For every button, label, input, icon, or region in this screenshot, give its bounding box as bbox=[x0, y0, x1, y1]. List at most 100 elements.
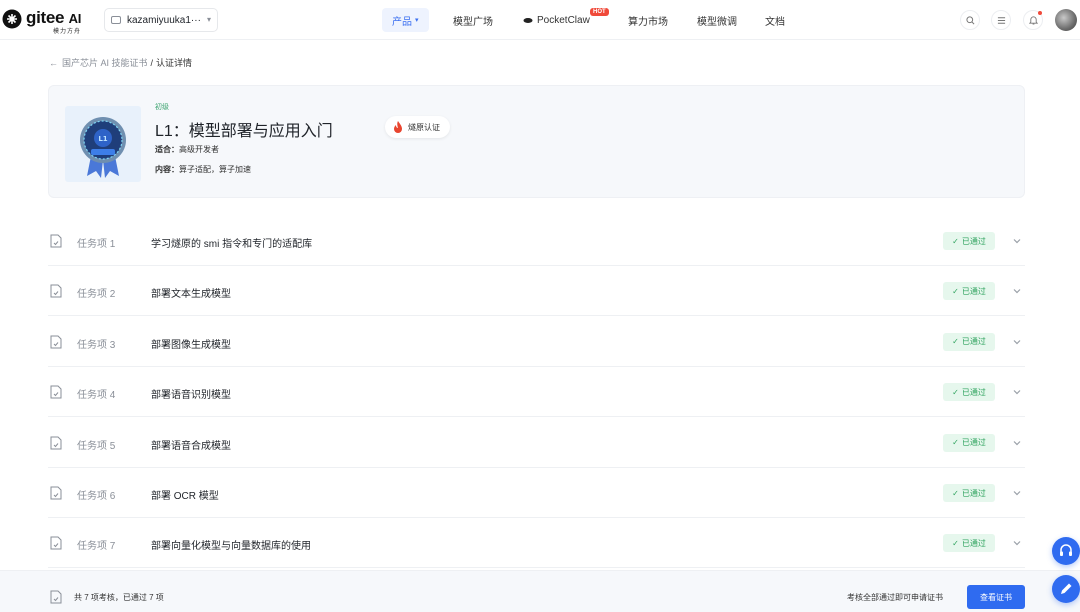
document-check-icon bbox=[50, 284, 62, 298]
chevron-down-icon[interactable] bbox=[1012, 286, 1022, 296]
breadcrumb-parent-link[interactable]: 国产芯片 AI 技能证书 bbox=[62, 56, 148, 69]
task-name: 部署 OCR 模型 bbox=[151, 491, 219, 502]
account-name: kazamiyuuka1··· bbox=[127, 14, 201, 26]
task-name: 部署图像生成模型 bbox=[151, 339, 231, 351]
brand-subtitle: 模力方舟 bbox=[53, 29, 82, 35]
status-label: 已通过 bbox=[961, 538, 986, 548]
certificate-medal-icon: L1 bbox=[80, 117, 126, 178]
task-name: 部署向量化模型与向量数据库的使用 bbox=[151, 541, 311, 553]
task-row[interactable]: 任务项 2 部署文本生成模型 ✓ 已通过 bbox=[48, 266, 1025, 317]
document-check-icon bbox=[50, 436, 62, 450]
status-badge: ✓ 已通过 bbox=[943, 534, 995, 553]
status-badge: ✓ 已通过 bbox=[943, 484, 995, 502]
document-check-icon bbox=[50, 234, 62, 248]
chevron-down-icon[interactable] bbox=[1012, 438, 1022, 448]
flame-icon bbox=[394, 121, 402, 133]
chevron-down-icon[interactable] bbox=[1012, 538, 1022, 548]
check-icon: ✓ bbox=[952, 488, 959, 498]
task-name: 部署文本生成模型 bbox=[151, 289, 231, 301]
check-icon: ✓ bbox=[952, 438, 959, 448]
task-name: 学习燧原的 smi 指令和专门的适配库 bbox=[151, 239, 313, 250]
arrow-left-icon[interactable]: ← bbox=[49, 58, 58, 68]
task-number: 任务项 7 bbox=[77, 541, 116, 553]
status-label: 已通过 bbox=[961, 236, 986, 246]
task-number: 任务项 1 bbox=[77, 239, 116, 250]
status-label: 已通过 bbox=[961, 488, 986, 498]
task-row[interactable]: 任务项 7 部署向量化模型与向量数据库的使用 ✓ 已通过 bbox=[48, 518, 1025, 569]
task-number: 任务项 4 bbox=[77, 390, 116, 402]
svg-text:L1: L1 bbox=[98, 135, 107, 143]
task-row[interactable]: 任务项 1 学习燧原的 smi 指令和专门的适配库 ✓ 已通过 bbox=[48, 216, 1025, 266]
task-row[interactable]: 任务项 3 部署图像生成模型 ✓ 已通过 bbox=[48, 317, 1025, 367]
breadcrumb-current: 认证详情 bbox=[156, 58, 193, 68]
content-label: 内容： bbox=[155, 165, 179, 174]
claw-icon bbox=[523, 17, 533, 23]
task-name: 部署语音识别模型 bbox=[151, 390, 231, 402]
chevron-down-icon[interactable] bbox=[1012, 236, 1022, 246]
course-content: 内容：算子适配，算子加速 bbox=[155, 164, 251, 175]
gitee-ai-logo[interactable]: gitee AI 模力方舟 bbox=[0, 6, 90, 35]
nav-item-finetune[interactable]: 模型微调 bbox=[697, 8, 737, 32]
chevron-down-icon[interactable] bbox=[1012, 488, 1022, 498]
status-badge: ✓ 已通过 bbox=[943, 332, 995, 351]
list-icon bbox=[997, 16, 1005, 24]
certificate-badge-image: L1 bbox=[65, 106, 141, 182]
task-row[interactable]: 任务项 5 部署语音合成模型 ✓ 已通过 bbox=[48, 418, 1025, 468]
nav-item-pocketclaw[interactable]: PocketClaw bbox=[523, 8, 590, 32]
document-icon bbox=[50, 590, 62, 604]
document-check-icon bbox=[50, 486, 62, 500]
tag-label: 燧原认证 bbox=[408, 122, 440, 132]
check-icon: ✓ bbox=[952, 286, 959, 296]
menu-button[interactable] bbox=[991, 10, 1011, 30]
view-certificate-button[interactable]: 查看证书 bbox=[967, 585, 1025, 609]
nav-label: PocketClaw bbox=[537, 14, 590, 26]
status-label: 已通过 bbox=[961, 387, 986, 397]
check-icon: ✓ bbox=[952, 387, 959, 397]
breadcrumb-separator: / bbox=[150, 57, 154, 68]
task-row[interactable]: 任务项 6 部署 OCR 模型 ✓ 已通过 bbox=[48, 468, 1025, 518]
top-navbar: gitee AI 模力方舟 kazamiyuuka1··· ▾ 产品 ▾ 模型广… bbox=[0, 0, 1080, 40]
account-switcher[interactable]: kazamiyuuka1··· ▾ bbox=[104, 8, 218, 32]
feedback-button[interactable] bbox=[1052, 575, 1080, 603]
certification-tag: 燧原认证 bbox=[385, 116, 450, 138]
course-audience: 适合：高级开发者 bbox=[155, 144, 219, 155]
nav-label: 产品 bbox=[392, 16, 412, 28]
document-check-icon bbox=[50, 335, 62, 349]
nav-item-compute-market[interactable]: 算力市场 bbox=[628, 8, 668, 32]
task-number: 任务项 2 bbox=[77, 289, 116, 301]
status-badge: ✓ 已通过 bbox=[943, 383, 995, 402]
chevron-down-icon[interactable] bbox=[1012, 337, 1022, 347]
status-label: 已通过 bbox=[961, 438, 986, 448]
assessment-summary: 共 7 项考核，已通过 7 项 bbox=[74, 593, 164, 602]
footer-bar: 共 7 项考核，已通过 7 项 考核全部通过即可申请证书 查看证书 bbox=[0, 570, 1080, 612]
nav-item-model-square[interactable]: 模型广场 bbox=[453, 8, 493, 32]
task-number: 任务项 5 bbox=[77, 440, 116, 452]
avatar[interactable] bbox=[1055, 9, 1077, 31]
task-row[interactable]: 任务项 4 部署语音识别模型 ✓ 已通过 bbox=[48, 367, 1025, 418]
status-label: 已通过 bbox=[961, 337, 986, 347]
content-value: 算子适配，算子加速 bbox=[179, 165, 251, 174]
status-label: 已通过 bbox=[961, 286, 986, 296]
task-number: 任务项 6 bbox=[77, 491, 116, 502]
task-number: 任务项 3 bbox=[77, 339, 116, 351]
gitee-logo-icon bbox=[2, 9, 22, 29]
audience-value: 高级开发者 bbox=[179, 145, 219, 154]
course-level: 初级 bbox=[155, 104, 169, 111]
document-check-icon bbox=[50, 536, 62, 550]
customer-support-button[interactable] bbox=[1052, 537, 1080, 565]
audience-label: 适合： bbox=[155, 145, 179, 154]
pencil-icon bbox=[1061, 583, 1072, 594]
bell-icon bbox=[1028, 16, 1038, 25]
status-badge: ✓ 已通过 bbox=[943, 282, 995, 301]
search-button[interactable] bbox=[960, 10, 980, 30]
headset-icon bbox=[1060, 544, 1072, 556]
breadcrumb: ← 国产芯片 AI 技能证书 / 认证详情 bbox=[49, 56, 192, 69]
chevron-down-icon[interactable] bbox=[1012, 387, 1022, 397]
nav-item-docs[interactable]: 文档 bbox=[765, 8, 785, 32]
chevron-down-icon: ▾ bbox=[415, 17, 419, 24]
nav-item-products[interactable]: 产品 ▾ bbox=[382, 8, 429, 32]
status-badge: ✓ 已通过 bbox=[943, 232, 995, 250]
brand-name: gitee AI bbox=[26, 8, 82, 27]
check-icon: ✓ bbox=[952, 337, 959, 347]
hot-badge: HOT bbox=[590, 8, 609, 16]
